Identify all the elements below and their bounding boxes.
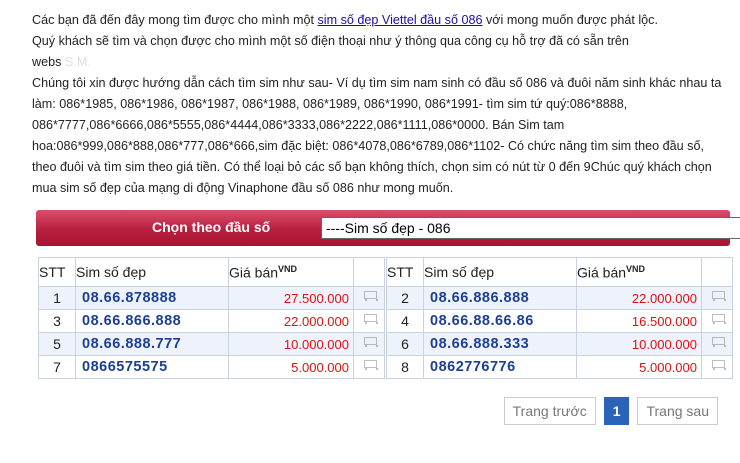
cart-icon <box>361 335 378 348</box>
row-stt: 4 <box>386 309 424 333</box>
cart-icon <box>361 358 378 371</box>
table-row: 1 08.66.878888 27.500.000 <box>38 286 385 310</box>
pagination: Trang trước 1 Trang sau <box>503 397 718 425</box>
column-header-stt: STT <box>38 257 76 287</box>
price-label: Giá bán <box>229 264 279 281</box>
row-stt: 7 <box>38 355 76 379</box>
sim-number-link[interactable]: 08.66.888.333 <box>423 332 577 356</box>
column-header-number: Sim số đẹp <box>423 257 577 287</box>
table-row: 6 08.66.888.333 10.000.000 <box>386 332 733 356</box>
table-row: 4 08.66.88.66.86 16.500.000 <box>386 309 733 333</box>
price-unit: VND <box>626 263 646 274</box>
add-to-cart-button[interactable] <box>701 355 733 379</box>
add-to-cart-button[interactable] <box>701 332 733 356</box>
sim-table-left: STT Sim số đẹp Giá bánVND 1 08.66.878888… <box>38 257 385 379</box>
sim-price: 27.500.000 <box>228 286 354 310</box>
intro-text-part: với mong muốn được phát lộc. <box>482 13 658 27</box>
column-header-price: Giá bánVND <box>228 257 354 287</box>
table-header-row: STT Sim số đẹp Giá bánVND <box>386 257 733 287</box>
sim-price: 22.000.000 <box>228 309 354 333</box>
intro-text-part: Các bạn đã đến đây mong tìm được cho mìn… <box>32 13 318 27</box>
intro-guide-paragraph: Chúng tôi xin được hướng dẫn cách tìm si… <box>32 76 722 195</box>
sim-price: 10.000.000 <box>228 332 354 356</box>
cart-icon <box>709 335 726 348</box>
add-to-cart-button[interactable] <box>353 286 385 310</box>
sim-price: 5.000.000 <box>576 355 702 379</box>
price-unit: VND <box>278 263 298 274</box>
row-stt: 3 <box>38 309 76 333</box>
sim-price: 10.000.000 <box>576 332 702 356</box>
sim-number-link[interactable]: 08.66.866.888 <box>75 309 229 333</box>
prefix-filter-bar: Chọn theo đầu số ----Sim số đẹp - 086 ▼ <box>36 210 740 246</box>
next-page-button[interactable]: Trang sau <box>637 397 718 425</box>
add-to-cart-button[interactable] <box>701 309 733 333</box>
row-stt: 1 <box>38 286 76 310</box>
prefix-select[interactable]: ----Sim số đẹp - 086 ▼ <box>321 217 740 239</box>
add-to-cart-button[interactable] <box>353 309 385 333</box>
sim-number-link[interactable]: 08.66.88.66.86 <box>423 309 577 333</box>
intro-text-part: webs <box>32 55 62 69</box>
sim-number-link[interactable]: 0866575575 <box>75 355 229 379</box>
column-header-cart <box>701 257 733 287</box>
table-row: 5 08.66.888.777 10.000.000 <box>38 332 385 356</box>
sim-number-link[interactable]: 08.66.888.777 <box>75 332 229 356</box>
table-row: 3 08.66.866.888 22.000.000 <box>38 309 385 333</box>
sim-viettel-086-link[interactable]: sim số đẹp Viettel đầu số 086 <box>318 13 483 27</box>
cart-icon <box>361 312 378 325</box>
sim-number-link[interactable]: 08.66.886.888 <box>423 286 577 310</box>
row-stt: 5 <box>38 332 76 356</box>
column-header-cart <box>353 257 385 287</box>
table-header-row: STT Sim số đẹp Giá bánVND <box>38 257 385 287</box>
blurred-text: S <box>64 55 77 69</box>
intro-line-2: Quý khách sẽ tìm và chọn được cho mình m… <box>32 34 629 48</box>
table-row: 7 0866575575 5.000.000 <box>38 355 385 379</box>
blurred-text: M. <box>76 55 91 69</box>
sim-price: 16.500.000 <box>576 309 702 333</box>
add-to-cart-button[interactable] <box>353 355 385 379</box>
sim-price: 5.000.000 <box>228 355 354 379</box>
table-row: 2 08.66.886.888 22.000.000 <box>386 286 733 310</box>
sim-price: 22.000.000 <box>576 286 702 310</box>
column-header-number: Sim số đẹp <box>75 257 229 287</box>
sim-number-link[interactable]: 0862776776 <box>423 355 577 379</box>
filter-label: Chọn theo đầu số <box>152 219 271 235</box>
intro-line-3: webs S M. <box>32 52 722 73</box>
prev-page-button[interactable]: Trang trước <box>503 397 596 425</box>
intro-text: Các bạn đã đến đây mong tìm được cho mìn… <box>32 10 722 199</box>
column-header-price: Giá bánVND <box>576 257 702 287</box>
sim-number-link[interactable]: 08.66.878888 <box>75 286 229 310</box>
sim-table-right: STT Sim số đẹp Giá bánVND 2 08.66.886.88… <box>386 257 733 379</box>
price-label: Giá bán <box>577 264 627 281</box>
row-stt: 8 <box>386 355 424 379</box>
cart-icon <box>709 358 726 371</box>
cart-icon <box>709 289 726 302</box>
add-to-cart-button[interactable] <box>353 332 385 356</box>
prefix-select-value: ----Sim số đẹp - 086 <box>326 220 451 236</box>
current-page-button[interactable]: 1 <box>603 397 630 425</box>
row-stt: 2 <box>386 286 424 310</box>
row-stt: 6 <box>386 332 424 356</box>
column-header-stt: STT <box>386 257 424 287</box>
intro-line-1: Các bạn đã đến đây mong tìm được cho mìn… <box>32 10 722 31</box>
cart-icon <box>709 312 726 325</box>
cart-icon <box>361 289 378 302</box>
add-to-cart-button[interactable] <box>701 286 733 310</box>
table-row: 8 0862776776 5.000.000 <box>386 355 733 379</box>
